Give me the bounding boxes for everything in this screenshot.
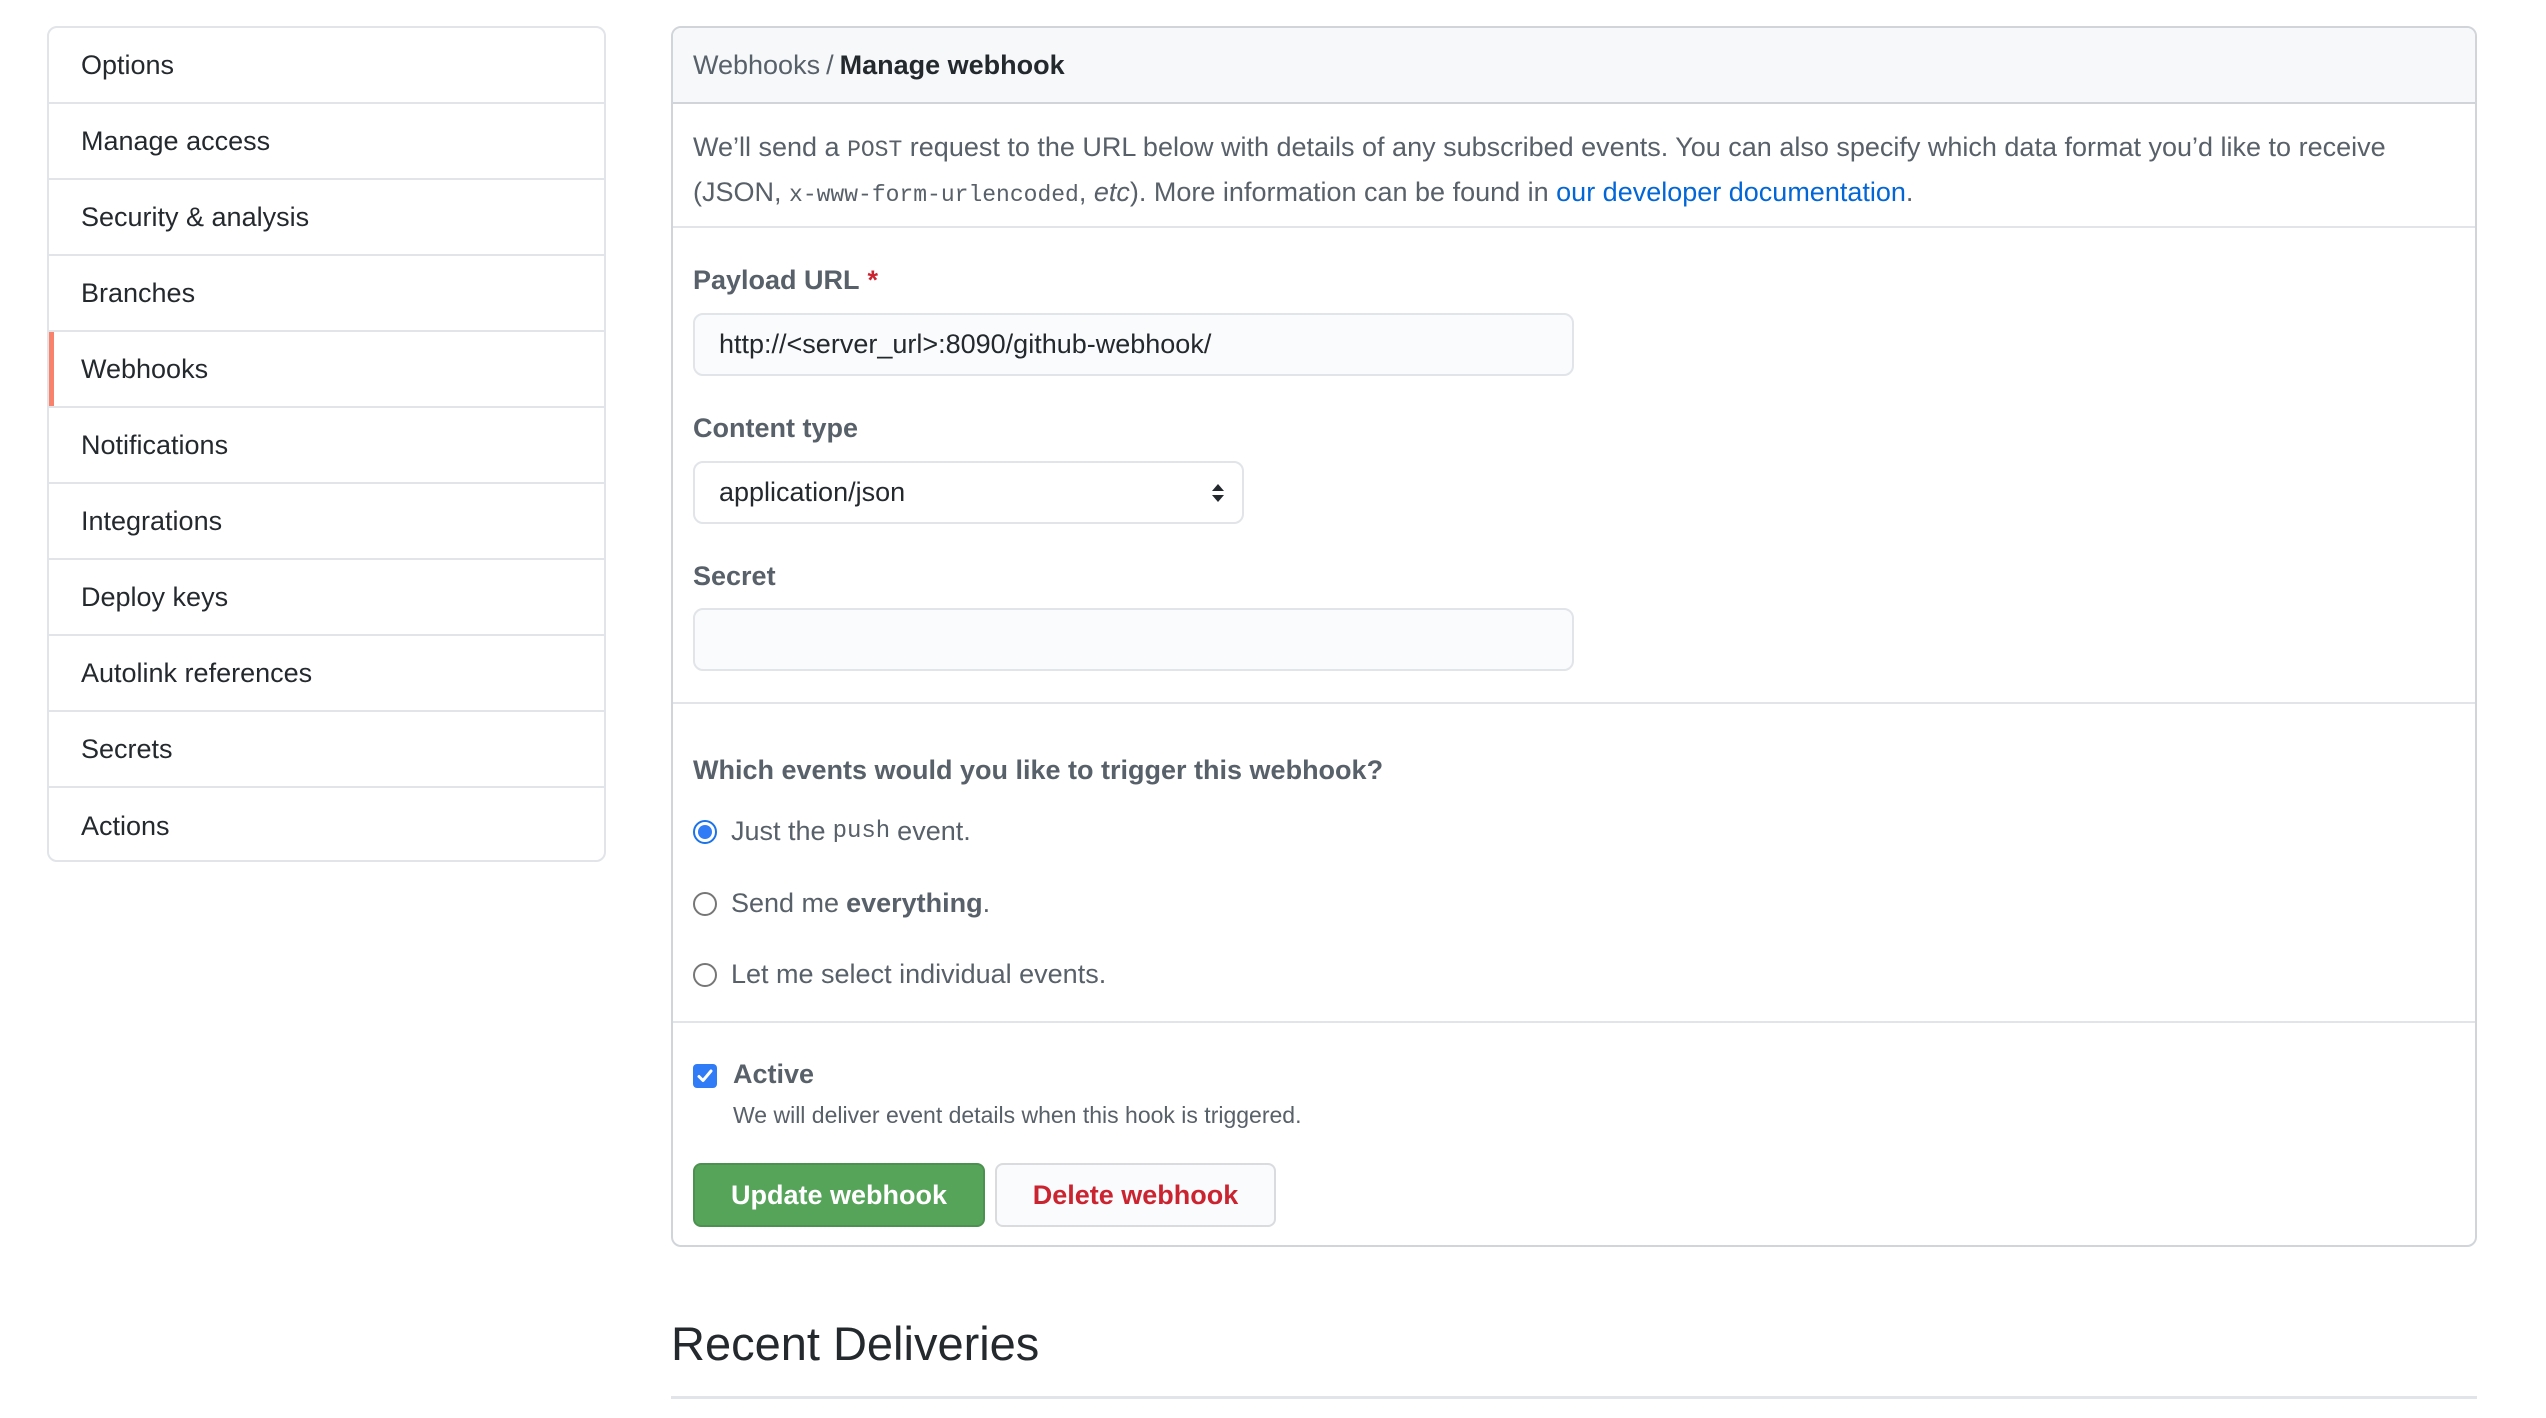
developer-documentation-link[interactable]: our developer documentation — [1556, 177, 1906, 207]
sidebar-item-integrations[interactable]: Integrations — [49, 484, 604, 560]
sidebar-item-deploy-keys[interactable]: Deploy keys — [49, 560, 604, 636]
breadcrumb-separator: / — [826, 49, 834, 80]
secret-label: Secret — [693, 561, 776, 591]
sidebar-item-label: Deploy keys — [81, 581, 229, 612]
sidebar-item-autolink-references[interactable]: Autolink references — [49, 636, 604, 712]
section-divider — [673, 1021, 2475, 1023]
sidebar-item-label: Options — [81, 49, 175, 80]
post-code: POST — [847, 137, 903, 163]
radio-select-individual[interactable]: Let me select individual events. — [693, 959, 1106, 990]
sidebar-item-manage-access[interactable]: Manage access — [49, 104, 604, 180]
sidebar-item-secrets[interactable]: Secrets — [49, 712, 604, 788]
secret-input[interactable] — [693, 608, 1574, 671]
sidebar-item-label: Security & analysis — [81, 201, 310, 232]
radio-label: Let me select individual events. — [731, 959, 1107, 989]
breadcrumb-webhooks-link[interactable]: Webhooks — [693, 50, 820, 81]
settings-sidebar: Options Manage access Security & analysi… — [47, 26, 606, 862]
active-label: Active — [733, 1059, 815, 1089]
sidebar-item-label: Manage access — [81, 125, 271, 156]
payload-url-input[interactable]: http://<server_url>:8090/github-webhook/ — [693, 313, 1574, 376]
intro-text: We’ll send a POST request to the URL bel… — [673, 104, 2475, 228]
sidebar-item-label: Branches — [81, 277, 196, 308]
payload-url-value: http://<server_url>:8090/github-webhook/ — [719, 329, 1212, 359]
select-arrows-icon — [1212, 483, 1224, 502]
sidebar-item-label: Actions — [81, 810, 170, 841]
sidebar-item-branches[interactable]: Branches — [49, 256, 604, 332]
intro-text-part: ). More information can be found in — [1129, 177, 1557, 207]
payload-url-label-text: Payload URL — [693, 265, 860, 295]
sidebar-item-actions[interactable]: Actions — [49, 788, 604, 860]
intro-text-part: We’ll send a — [693, 132, 848, 162]
radio-label: . — [982, 888, 991, 918]
content-type-select[interactable]: application/json — [693, 461, 1244, 524]
intro-text-part: . — [1905, 177, 1914, 207]
radio-send-everything[interactable]: Send me everything. — [693, 888, 990, 919]
radio-label: event. — [897, 816, 971, 846]
radio-label: Just the — [731, 816, 826, 846]
sidebar-item-label: Webhooks — [81, 353, 209, 384]
active-note: We will deliver event details when this … — [733, 1102, 1302, 1128]
breadcrumb: Webhooks / Manage webhook — [673, 28, 2475, 104]
active-checkbox[interactable] — [693, 1064, 717, 1088]
required-marker: * — [867, 265, 879, 295]
sidebar-item-label: Autolink references — [81, 657, 313, 688]
delete-webhook-button[interactable]: Delete webhook — [995, 1163, 1276, 1227]
recent-deliveries-heading: Recent Deliveries — [671, 1317, 1040, 1370]
intro-text-part: , — [1078, 177, 1094, 207]
content-type-label: Content type — [693, 413, 858, 443]
events-question: Which events would you like to trigger t… — [693, 755, 1384, 785]
recent-deliveries-divider — [671, 1396, 2477, 1399]
radio-label: Send me — [731, 888, 840, 918]
etc-text: etc — [1093, 177, 1130, 207]
update-webhook-button[interactable]: Update webhook — [693, 1163, 985, 1227]
radio-button-checked[interactable] — [693, 819, 717, 844]
everything-bold: everything — [846, 888, 983, 918]
section-divider — [673, 702, 2475, 704]
sidebar-item-notifications[interactable]: Notifications — [49, 408, 604, 484]
radio-just-push[interactable]: Just the push event. — [693, 816, 971, 847]
sidebar-item-label: Notifications — [81, 429, 229, 460]
format-code: x-www-form-urlencoded — [789, 182, 1079, 208]
manage-webhook-card: Webhooks / Manage webhook We’ll send a P… — [671, 26, 2477, 1247]
sidebar-item-webhooks[interactable]: Webhooks — [49, 332, 604, 408]
sidebar-item-label: Secrets — [81, 733, 173, 764]
payload-url-label: Payload URL * — [693, 265, 878, 296]
breadcrumb-current: Manage webhook — [839, 49, 1065, 80]
sidebar-item-security-analysis[interactable]: Security & analysis — [49, 180, 604, 256]
radio-button[interactable] — [693, 962, 717, 987]
checkmark-icon — [697, 1069, 713, 1082]
push-code: push — [832, 818, 891, 845]
radio-button[interactable] — [693, 891, 717, 916]
sidebar-item-label: Integrations — [81, 505, 223, 536]
content-type-value: application/json — [719, 477, 906, 507]
sidebar-item-options[interactable]: Options — [49, 28, 604, 104]
